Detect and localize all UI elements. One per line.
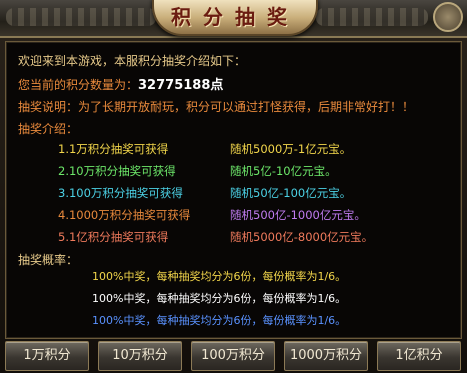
title-ornament-right — [316, 8, 428, 26]
window-title: 积分抽奖 — [171, 5, 299, 29]
tier-4-reward: 随机500亿-1000亿元宝。 — [230, 208, 366, 222]
tier-2-reward: 随机5亿-10亿元宝。 — [230, 164, 337, 178]
points-row: 您当前的积分数量为：32775188点 — [18, 74, 223, 93]
draw-10k-button[interactable]: 1万积分 — [5, 341, 89, 371]
draw-button-row: 1万积分 10万积分 100万积分 1000万积分 1亿积分 — [5, 341, 465, 371]
probability-line-2: 100%中奖，每种抽奖均分为6份，每份概率为1/6。 — [92, 292, 347, 305]
tier-3-name: 3.100万积分抽奖可获得 — [58, 186, 183, 200]
draw-1m-button[interactable]: 100万积分 — [191, 341, 275, 371]
welcome-text: 欢迎来到本游戏，本服积分抽奖介绍如下： — [18, 54, 247, 68]
lottery-window: 积分抽奖 欢迎来到本游戏，本服积分抽奖介绍如下： 您当前的积分数量为：32775… — [0, 0, 467, 373]
description-text: 抽奖说明：为了长期开放耐玩，积分可以通过打怪获得，后期非常好打！！ — [18, 100, 415, 114]
window-title-plate: 积分抽奖 — [152, 0, 318, 36]
tier-2-name: 2.10万积分抽奖可获得 — [58, 164, 176, 178]
points-value: 32775188点 — [138, 78, 224, 93]
tier-5-name: 5.1亿积分抽奖可获得 — [58, 230, 169, 244]
probability-line-1: 100%中奖，每种抽奖均分为6份，每份概率为1/6。 — [92, 270, 347, 283]
draw-100m-button[interactable]: 1亿积分 — [377, 341, 461, 371]
probability-heading: 抽奖概率： — [18, 253, 79, 267]
draw-10m-button[interactable]: 1000万积分 — [284, 341, 368, 371]
tiers-heading: 抽奖介绍： — [18, 122, 79, 136]
close-button[interactable] — [433, 2, 463, 32]
tier-4-name: 4.1000万积分抽奖可获得 — [58, 208, 191, 222]
title-bar: 积分抽奖 — [0, 0, 467, 38]
tier-1-name: 1.1万积分抽奖可获得 — [58, 142, 169, 156]
points-label: 您当前的积分数量为： — [18, 78, 139, 92]
title-ornament-left — [6, 8, 156, 26]
tier-1-reward: 随机5000万-1亿元宝。 — [230, 142, 352, 156]
tier-5-reward: 随机5000亿-8000亿元宝。 — [230, 230, 374, 244]
probability-line-3: 100%中奖，每种抽奖均分为6份，每份概率为1/6。 — [92, 314, 347, 327]
draw-100k-button[interactable]: 10万积分 — [98, 341, 182, 371]
tier-3-reward: 随机50亿-100亿元宝。 — [230, 186, 352, 200]
info-panel: 欢迎来到本游戏，本服积分抽奖介绍如下： 您当前的积分数量为：32775188点 … — [5, 41, 462, 339]
